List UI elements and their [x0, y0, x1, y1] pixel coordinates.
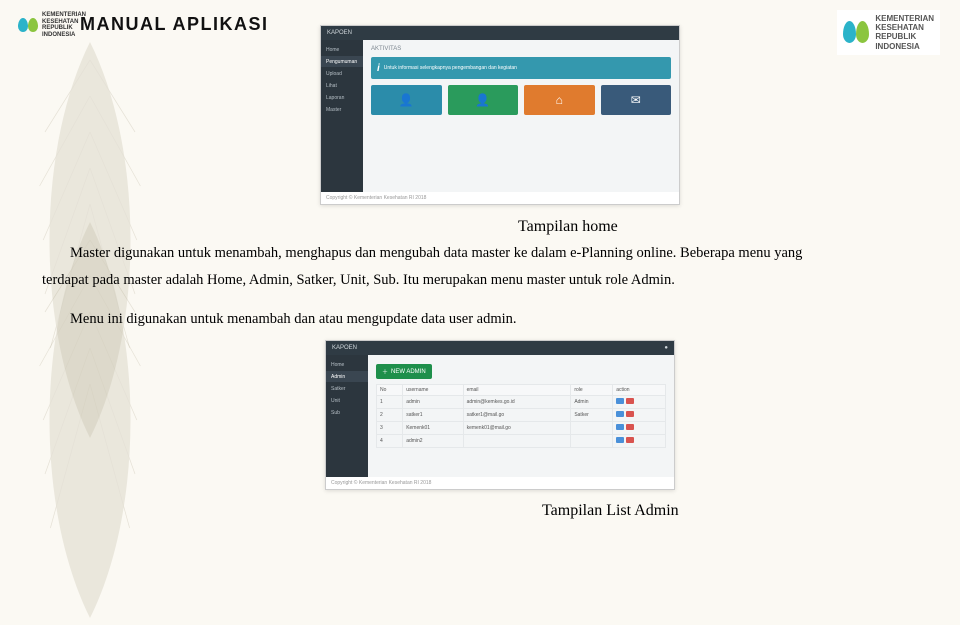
sidebar-item: Master: [321, 104, 363, 115]
sidebar-item: Admin: [326, 371, 368, 382]
delete-icon: [626, 398, 634, 404]
sidebar-item: Home: [321, 44, 363, 55]
new-admin-button: ＋ NEW ADMIN: [376, 364, 432, 379]
person-icon: 👤: [399, 93, 414, 108]
sidebar-item: Lihat: [321, 80, 363, 91]
td: 3: [377, 422, 403, 435]
ss-admin-main: ＋ NEW ADMIN No username email role actio…: [368, 355, 674, 477]
info-text: Untuk informasi selengkapnya pengembanga…: [384, 65, 517, 71]
td: [571, 422, 613, 435]
page-title: MANUAL APLIKASI: [80, 14, 269, 35]
td: kemenk01@mail.go: [463, 422, 571, 435]
th: username: [403, 385, 463, 396]
ss-admin-topbar: KAPOEN ●: [326, 341, 674, 355]
ss-home-breadcrumb: AKTIVITAS: [371, 46, 671, 52]
td: admin: [403, 396, 463, 409]
ss-home-main: AKTIVITAS i Untuk informasi selengkapnya…: [363, 40, 679, 192]
edit-icon: [616, 437, 624, 443]
tile-person: 👤: [448, 85, 519, 115]
ss-home-sidebar: Home Pengumuman Upload Lihat Laporan Mas…: [321, 40, 363, 192]
paragraph-menu: Menu ini digunakan untuk menambah dan at…: [42, 306, 928, 334]
edit-icon: [616, 424, 624, 430]
caption-admin: Tampilan List Admin: [542, 502, 679, 520]
td: satker1: [403, 409, 463, 422]
edit-icon: [616, 398, 624, 404]
td: admin@kemkes.go.id: [463, 396, 571, 409]
table-row: 2satker1satker1@mail.goSatker: [377, 409, 666, 422]
mail-icon: ✉: [631, 93, 641, 108]
th: action: [613, 385, 666, 396]
kemenkes-logo-icon: [18, 15, 38, 35]
admin-table: No username email role action 1adminadmi…: [376, 384, 666, 448]
td: satker1@mail.go: [463, 409, 571, 422]
paragraph-master-cont: terdapat pada master adalah Home, Admin,…: [42, 267, 928, 295]
paragraph-master: Master digunakan untuk menambah, menghap…: [42, 240, 928, 268]
table-row: 3Kemenk01kemenk01@mail.go: [377, 422, 666, 435]
table-row: 4admin2: [377, 435, 666, 448]
tile-mail: ✉: [601, 85, 672, 115]
td: 2: [377, 409, 403, 422]
logo-small-left: KEMENTERIAN KESEHATAN REPUBLIK INDONESIA: [18, 12, 86, 38]
ss-home-tiles: 👤 👤 ⌂ ✉: [371, 85, 671, 115]
th: No: [377, 385, 403, 396]
td: 4: [377, 435, 403, 448]
screenshot-admin: KAPOEN ● Home Admin Satker Unit Sub ＋ NE…: [325, 340, 675, 490]
sidebar-item: Upload: [321, 68, 363, 79]
caption-home: Tampilan home: [518, 218, 618, 236]
td: [463, 435, 571, 448]
logo-right-text: KEMENTERIAN KESEHATAN REPUBLIK INDONESIA: [875, 14, 934, 51]
td: Admin: [571, 396, 613, 409]
ss-home-brand: KAPOEN: [327, 30, 352, 36]
new-admin-label: NEW ADMIN: [391, 369, 426, 375]
table-row: 1adminadmin@kemkes.go.idAdmin: [377, 396, 666, 409]
logo-right: KEMENTERIAN KESEHATAN REPUBLIK INDONESIA: [837, 10, 940, 55]
tile-home: ⌂: [524, 85, 595, 115]
td: Kemenk01: [403, 422, 463, 435]
delete-icon: [626, 437, 634, 443]
table-header-row: No username email role action: [377, 385, 666, 396]
sidebar-item: Laporan: [321, 92, 363, 103]
td-action: [613, 396, 666, 409]
delete-icon: [626, 424, 634, 430]
ss-admin-brand: KAPOEN: [332, 345, 357, 351]
delete-icon: [626, 411, 634, 417]
person-icon: 👤: [475, 93, 490, 108]
ss-admin-sidebar: Home Admin Satker Unit Sub: [326, 355, 368, 477]
ss-home-footer: Copyright © Kementerian Kesehatan RI 201…: [321, 192, 679, 204]
sidebar-item: Sub: [326, 407, 368, 418]
home-icon: ⌂: [556, 93, 563, 108]
td-action: [613, 422, 666, 435]
user-icon: ●: [664, 345, 668, 351]
screenshot-home: KAPOEN Home Pengumuman Upload Lihat Lapo…: [320, 25, 680, 205]
td: 1: [377, 396, 403, 409]
ss-home-infobar: i Untuk informasi selengkapnya pengemban…: [371, 57, 671, 79]
kemenkes-logo-icon: [843, 16, 869, 48]
sidebar-item: Satker: [326, 383, 368, 394]
th: role: [571, 385, 613, 396]
edit-icon: [616, 411, 624, 417]
td-action: [613, 409, 666, 422]
ss-home-topbar: KAPOEN: [321, 26, 679, 40]
ss-admin-footer: Copyright © Kementerian Kesehatan RI 201…: [326, 477, 674, 489]
td: admin2: [403, 435, 463, 448]
sidebar-item: Pengumuman: [321, 56, 363, 67]
th: email: [463, 385, 571, 396]
td: Satker: [571, 409, 613, 422]
info-icon: i: [377, 63, 380, 74]
td-action: [613, 435, 666, 448]
sidebar-item: Home: [326, 359, 368, 370]
plus-icon: ＋: [382, 367, 388, 376]
td: [571, 435, 613, 448]
tile-person: 👤: [371, 85, 442, 115]
sidebar-item: Unit: [326, 395, 368, 406]
